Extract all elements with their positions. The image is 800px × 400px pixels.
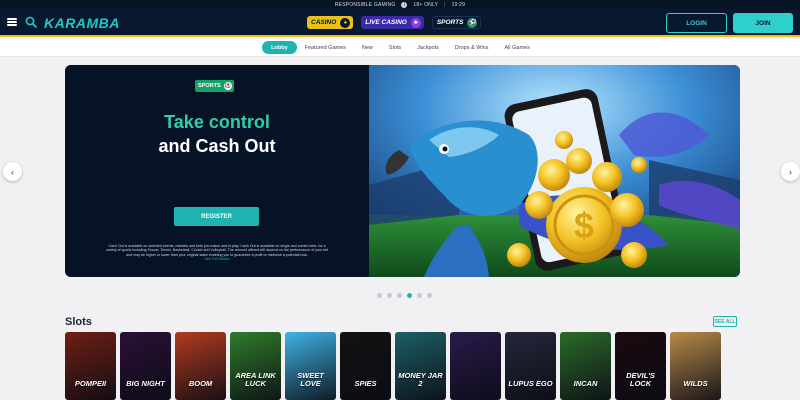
game-tile-title: SPIES (354, 379, 377, 388)
see-all-button[interactable]: SEE ALL (713, 316, 737, 327)
game-tile[interactable]: INCAN (560, 332, 611, 400)
sports-chip: SPORTS ⚽ (195, 80, 234, 92)
banner-terms-text: Cash Out is available on selected events… (105, 244, 329, 257)
nav-item-slots[interactable]: Slots (381, 41, 409, 54)
game-tile[interactable]: SPIES (340, 332, 391, 400)
game-tile[interactable]: BOOM (175, 332, 226, 400)
game-tile[interactable]: WILDS (670, 332, 721, 400)
carousel-prev-button[interactable]: ‹ (3, 162, 22, 181)
carousel-dot-active[interactable] (407, 293, 412, 298)
game-tile[interactable]: SWEET LOVE (285, 332, 336, 400)
game-tile-title: SWEET LOVE (297, 371, 324, 388)
carousel-dot[interactable] (427, 293, 432, 298)
slots-section-title: Slots (65, 316, 92, 328)
divider: | (444, 1, 446, 8)
sports-chip-label: SPORTS (198, 83, 221, 89)
top-info-strip: RESPONSIBLE GAMING ! 18+ ONLY | 19:29 (0, 0, 800, 9)
game-tile-title: BOOM (188, 379, 213, 388)
live-dealer-icon: ♣ (410, 17, 421, 28)
game-tile[interactable]: MONEY JAR 2 (395, 332, 446, 400)
nav-item-lobby[interactable]: Lobby (262, 41, 297, 54)
carousel-dot[interactable] (397, 293, 402, 298)
banner-parrot-coins-illustration: $ (369, 65, 740, 277)
banner-text-panel: SPORTS ⚽ Take control and Cash Out REGIS… (65, 65, 369, 277)
nav-item-featured-games[interactable]: Featured Games (297, 41, 354, 54)
game-tile[interactable]: BIG NIGHT (120, 332, 171, 400)
main-header: KARAMBA CASINO ♠ LIVE CASINO ♣ SPORTS ⚽ … (0, 9, 800, 37)
soccer-ball-icon: ⚽ (223, 82, 232, 90)
tab-casino[interactable]: CASINO ♠ (307, 16, 354, 29)
tab-live-casino-label: LIVE CASINO (365, 19, 407, 26)
game-tile-title: WILDS (683, 379, 708, 388)
product-tabs: CASINO ♠ LIVE CASINO ♣ SPORTS ⚽ (307, 16, 482, 29)
nav-item-new[interactable]: New (354, 41, 381, 54)
casino-chip-icon: ♠ (340, 17, 351, 28)
game-tile[interactable]: DEVIL'S LOCK (615, 332, 666, 400)
tab-sports[interactable]: SPORTS ⚽ (431, 16, 482, 29)
carousel-dot[interactable] (417, 293, 422, 298)
banner-headline: Take control (164, 112, 270, 132)
category-nav: Lobby Featured Games New Slots Jackpots … (0, 39, 800, 57)
nav-item-all-games[interactable]: All Games (497, 41, 538, 54)
hero-banner[interactable]: SPORTS ⚽ Take control and Cash Out REGIS… (65, 65, 740, 277)
clock-time: 19:29 (451, 1, 466, 8)
carousel-dot[interactable] (377, 293, 382, 298)
tab-sports-label: SPORTS (436, 19, 464, 26)
game-tile-title: DEVIL'S LOCK (626, 371, 655, 388)
game-tile-title: MONEY JAR 2 (398, 371, 443, 388)
slots-game-row: POMPEII BIG NIGHT BOOM AREA LINK LUCK SWEET … (65, 332, 721, 400)
soccer-ball-icon: ⚽ (467, 17, 478, 28)
banner-terms: Cash Out is available on selected events… (105, 244, 329, 262)
tab-casino-label: CASINO (311, 19, 337, 26)
age-18-icon: ! (401, 1, 408, 8)
register-button[interactable]: REGISTER (174, 207, 259, 226)
hamburger-menu-icon[interactable] (7, 18, 17, 26)
age-restriction: 18+ ONLY (413, 1, 439, 8)
see-full-details-link[interactable]: See Full Details (105, 257, 329, 261)
banner-subheadline: and Cash Out (158, 136, 276, 156)
tab-live-casino[interactable]: LIVE CASINO ♣ (361, 16, 424, 29)
join-button[interactable]: JOIN (733, 13, 793, 33)
karamba-logo[interactable]: KARAMBA (44, 15, 120, 31)
carousel-indicators (377, 293, 432, 298)
game-tile[interactable]: AREA LINK LUCK (230, 332, 281, 400)
search-icon[interactable] (24, 15, 38, 29)
nav-item-drops-wins[interactable]: Drops & Wins (447, 41, 497, 54)
game-tile-title: LUPUS EGO (508, 379, 553, 388)
game-tile-title: AREA LINK LUCK (235, 371, 276, 388)
game-tile[interactable]: LUPUS EGO (505, 332, 556, 400)
login-button[interactable]: LOGIN (666, 13, 727, 33)
game-tile[interactable]: POMPEII (65, 332, 116, 400)
game-tile-title: POMPEII (74, 379, 107, 388)
responsible-gaming-link[interactable]: RESPONSIBLE GAMING (335, 2, 396, 8)
nav-item-jackpots[interactable]: Jackpots (409, 41, 447, 54)
game-tile-title: INCAN (573, 379, 598, 388)
game-tile[interactable] (450, 332, 501, 400)
game-tile-title: BIG NIGHT (126, 379, 165, 388)
carousel-next-button[interactable]: › (781, 162, 800, 181)
svg-text:$: $ (574, 205, 594, 246)
carousel-dot[interactable] (387, 293, 392, 298)
